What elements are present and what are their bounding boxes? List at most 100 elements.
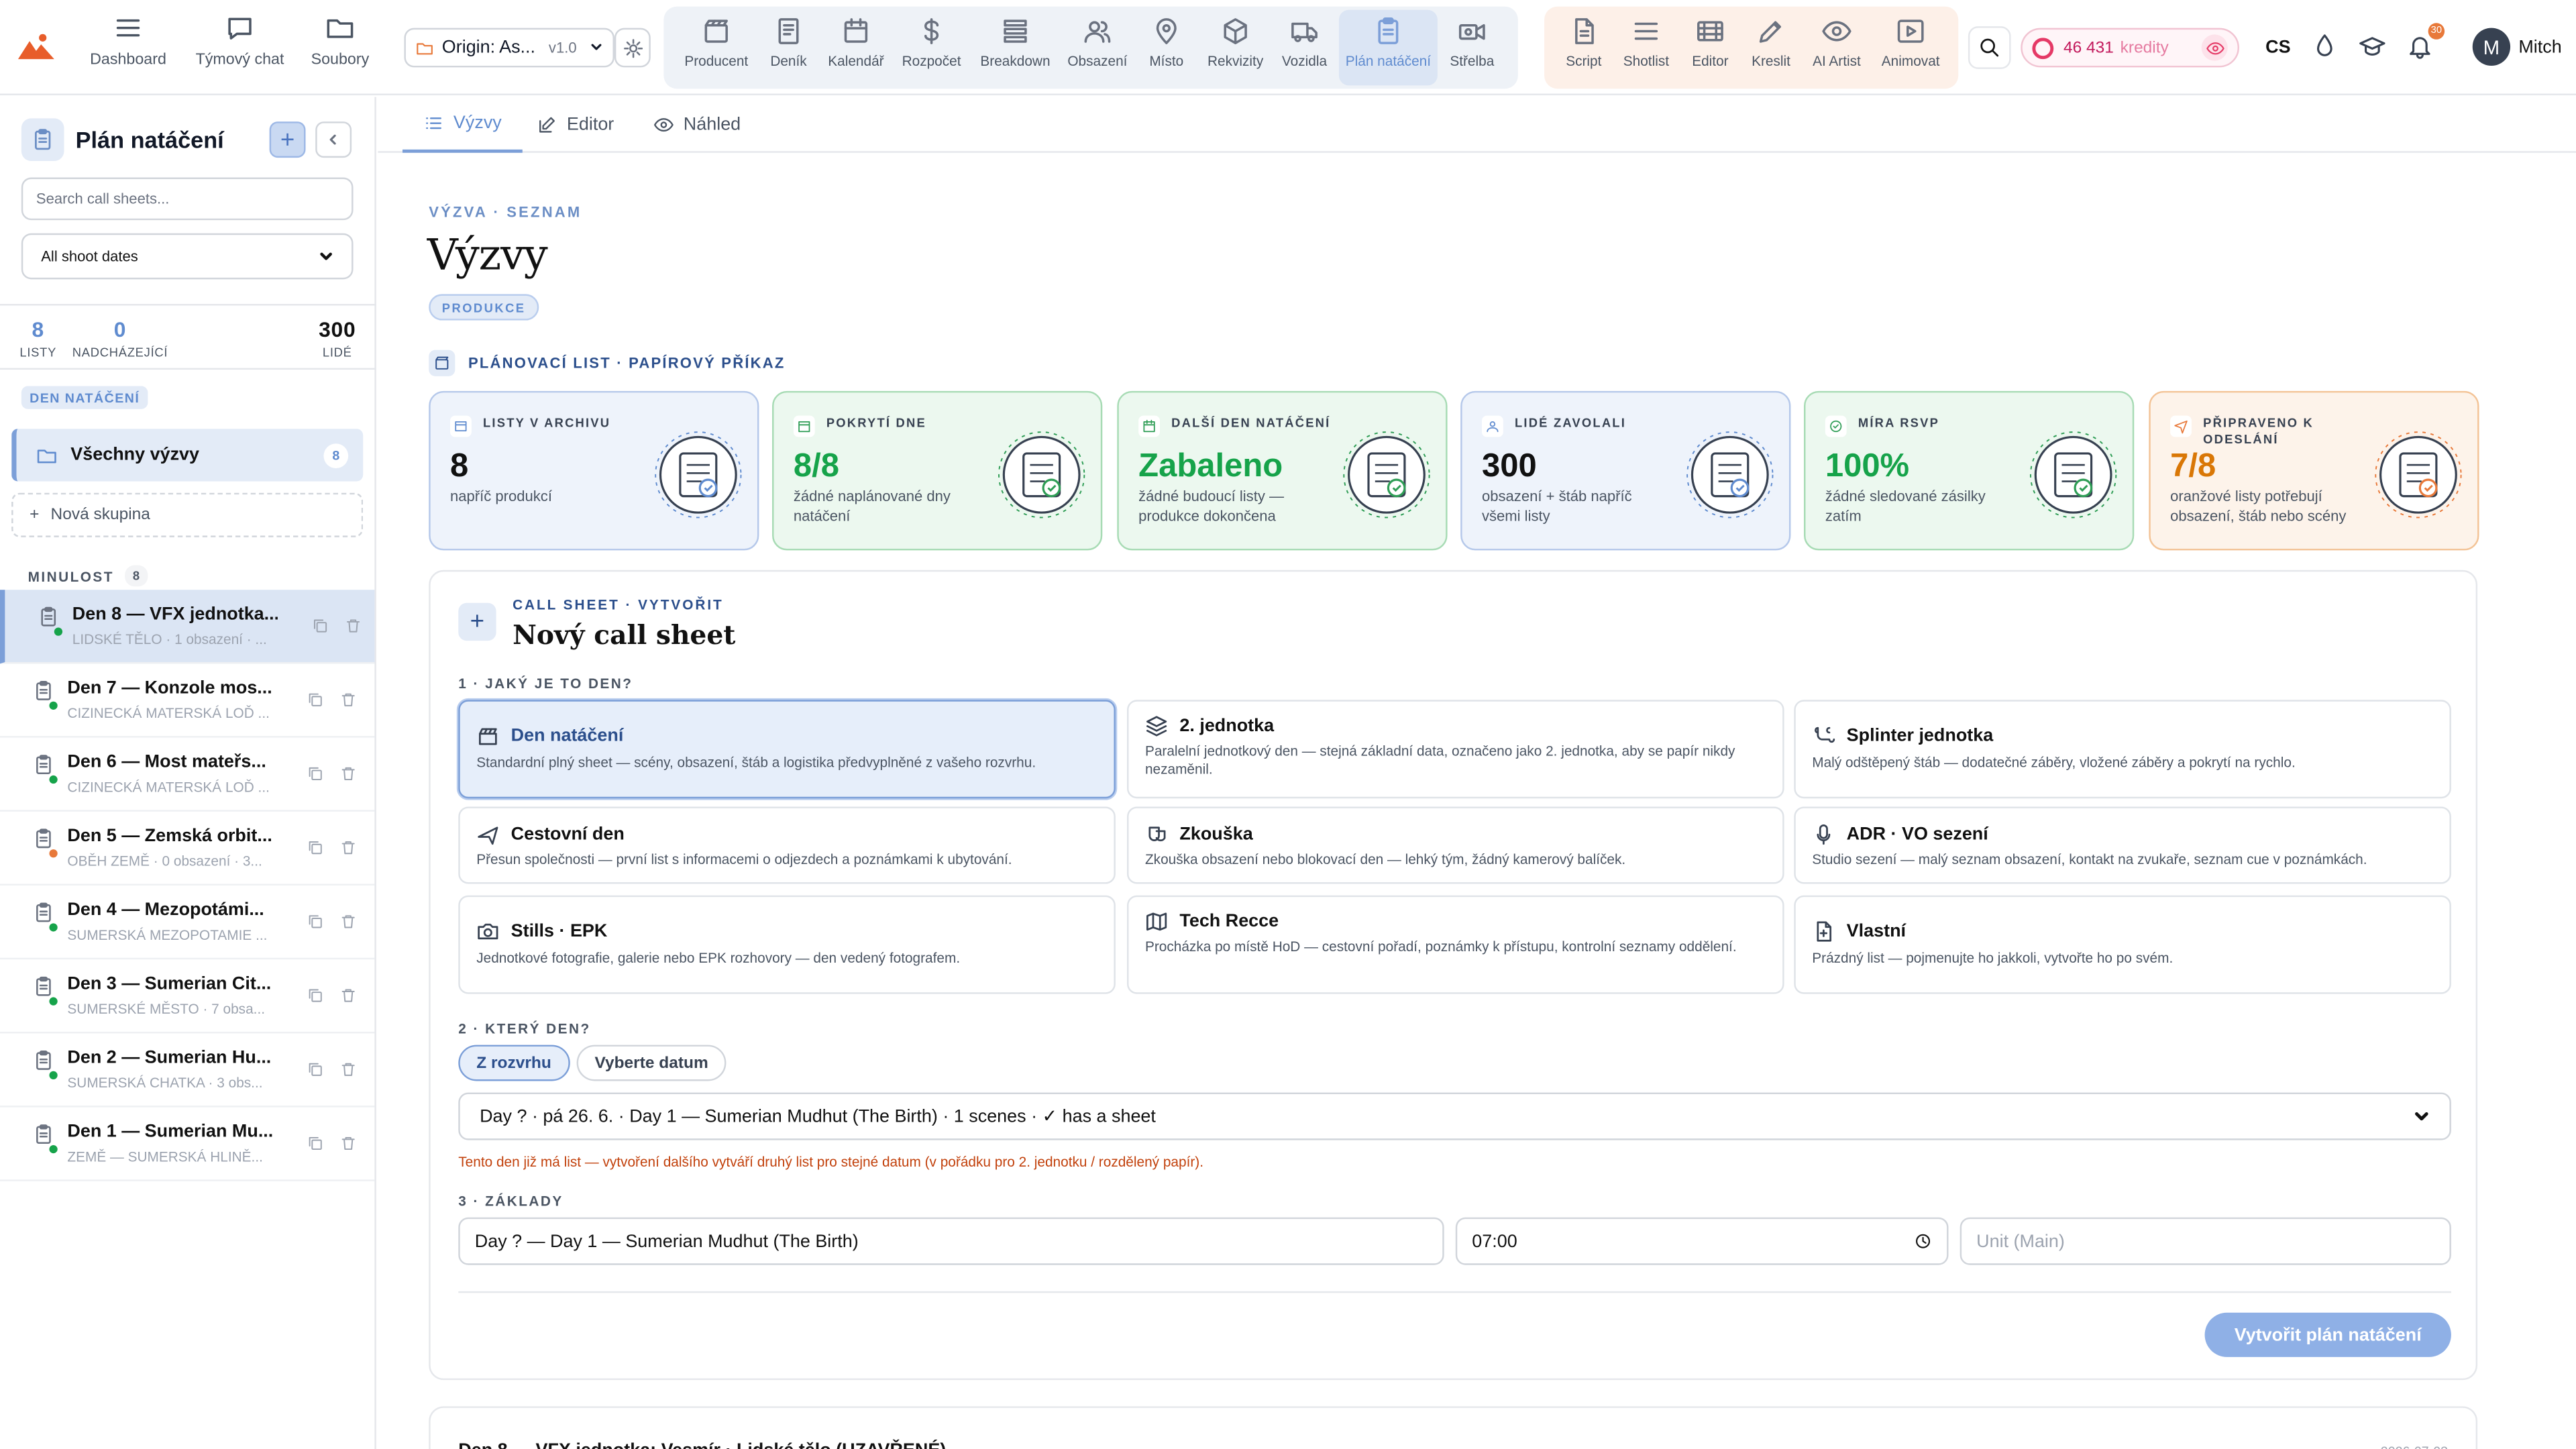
nav-dashboard[interactable]: Dashboard: [79, 13, 178, 69]
trash-icon[interactable]: [345, 618, 361, 634]
create-call-sheet-button[interactable]: Vytvořit plán natáčení: [2204, 1312, 2451, 1357]
nav-team-chat[interactable]: Týmový chat: [191, 13, 289, 69]
stat-card[interactable]: LISTY V ARCHIVU 8 napříč produkcí: [429, 390, 759, 551]
graduation-cap-icon[interactable]: [2359, 33, 2385, 59]
trash-icon[interactable]: [340, 1135, 356, 1151]
user-name[interactable]: Mitch: [2518, 38, 2561, 57]
layers-icon: [1146, 716, 1167, 737]
project-settings-button[interactable]: [614, 28, 651, 68]
new-group-button[interactable]: + Nová skupina: [11, 492, 364, 537]
tab-editor[interactable]: Editor: [537, 97, 614, 152]
sidebar-sheet-item[interactable]: Den 7 — Konzole mos... CIZINECKÁ MATERSKÁ…: [0, 663, 375, 738]
app-logo[interactable]: [16, 30, 56, 62]
day-type-option[interactable]: 2. jednotka Paralelní jednotkový den — st…: [1127, 700, 1784, 799]
copy-icon[interactable]: [307, 692, 323, 708]
copy-icon[interactable]: [307, 765, 323, 782]
sidebar-sheet-item[interactable]: Den 5 — Zemská orbit... OBĚH ZEMĚ · 0 obs…: [0, 812, 375, 886]
eye-icon: [1822, 21, 1851, 42]
copy-icon[interactable]: [312, 618, 328, 634]
credits-badge[interactable]: 46 431 kredity: [2021, 28, 2239, 68]
dollar-icon: [924, 18, 939, 44]
day-select-value: Day ? · pá 26. 6. · Day 1 — Sumerian Mud…: [480, 1107, 1156, 1128]
tool-ai-artist[interactable]: AI Artist: [1803, 16, 1872, 70]
tool-vehicles[interactable]: Vozidla: [1270, 16, 1339, 70]
day-type-option[interactable]: Zkouška Zkouška obsazení nebo blokovací d…: [1127, 806, 1784, 884]
nav-files[interactable]: Soubory: [290, 13, 389, 69]
day-type-option[interactable]: Cestovní den Přesun společnosti — první l…: [458, 806, 1116, 884]
call-time-input[interactable]: 07:00: [1455, 1217, 1949, 1265]
global-search-button[interactable]: [1968, 26, 2011, 69]
status-dot: [49, 849, 58, 858]
stat-card[interactable]: POKRYTÍ DNE 8/8 žádné naplánované dny natá…: [772, 390, 1103, 551]
tool-location[interactable]: Místo: [1132, 16, 1201, 70]
trash-icon[interactable]: [340, 1061, 356, 1077]
language-switcher[interactable]: CS: [2265, 38, 2290, 57]
stat-card[interactable]: LIDÉ ZAVOLALI 300 obsazení + štáb napříč v…: [1460, 390, 1791, 551]
trash-icon[interactable]: [340, 987, 356, 1004]
tool-draw[interactable]: Kreslit: [1737, 16, 1806, 70]
tool-journal[interactable]: Deník: [754, 16, 823, 70]
trash-icon[interactable]: [340, 765, 356, 782]
trash-icon[interactable]: [340, 839, 356, 855]
tool-producer[interactable]: Producent: [682, 16, 751, 70]
sidebar-sheet-item[interactable]: Den 2 — Sumerian Hu... SUMERSKÁ CHATKA · …: [0, 1033, 375, 1108]
trash-icon[interactable]: [340, 914, 356, 930]
day-select[interactable]: Day ? · pá 26. 6. · Day 1 — Sumerian Mud…: [458, 1092, 2451, 1140]
copy-icon[interactable]: [307, 1061, 323, 1077]
sidebar-sheet-item[interactable]: Den 1 — Sumerian Mu... ZEMĚ — SUMERSKÁ HL…: [0, 1108, 375, 1181]
sidebar-stats: 8 LISTY 0 NADCHÁZEJÍCÍ 300 LIDÉ: [0, 304, 376, 370]
day-type-option[interactable]: Splinter jednotka Malý odštěpený štáb — d…: [1794, 700, 2451, 799]
project-selector[interactable]: Origin: As... v1.0: [404, 28, 614, 68]
avatar[interactable]: M: [2472, 28, 2511, 66]
tab-preview[interactable]: Náhled: [653, 97, 741, 152]
tool-script[interactable]: Script: [1549, 16, 1618, 70]
sidebar-header: Plán natáčení: [21, 118, 224, 162]
tool-props[interactable]: Rekvizity: [1201, 16, 1270, 70]
stat-card-label-row: LIDÉ ZAVOLALI: [1481, 415, 1679, 437]
tool-breakdown[interactable]: Breakdown: [980, 16, 1051, 70]
sidebar-sheet-item[interactable]: Den 4 — Mezopotámi... SUMERSKÁ MEZOPOTAMI…: [0, 885, 375, 960]
eye-icon[interactable]: [2201, 34, 2228, 61]
tool-call-sheet[interactable]: Plán natáčení: [1338, 9, 1438, 86]
tool-shoot[interactable]: Střelba: [1438, 16, 1507, 70]
sheet-subtitle: SUMERSKÉ MĚSTO · 7 obsa...: [67, 1000, 266, 1017]
shoot-date-filter[interactable]: All shoot dates: [21, 233, 354, 280]
search-input[interactable]: Search call sheets...: [21, 177, 354, 221]
collapse-sidebar-button[interactable]: [315, 121, 352, 158]
sidebar-item-all-calls[interactable]: Všechny výzvy 8: [11, 429, 364, 482]
add-call-sheet-button[interactable]: +: [269, 121, 306, 158]
copy-icon[interactable]: [307, 839, 323, 855]
tab-calls[interactable]: Výzvy: [402, 97, 523, 153]
pick-date-toggle[interactable]: Vyberte datum: [576, 1044, 727, 1081]
day-type-option[interactable]: Vlastní Prázdný list — pojmenujte ho jakk…: [1794, 895, 2451, 994]
option-description: Přesun společnosti — první list s inform…: [476, 851, 1012, 868]
tool-animate[interactable]: Animovat: [1876, 16, 1945, 70]
tool-budget[interactable]: Rozpočet: [897, 16, 966, 70]
stat-label: NADCHÁZEJÍCÍ: [72, 345, 168, 360]
day-type-option[interactable]: ADR · VO sezení Studio sezení — malý sezn…: [1794, 806, 2451, 884]
day-type-option[interactable]: Stills · EPK Jednotkové fotografie, galer…: [458, 895, 1116, 994]
sidebar-sheet-item[interactable]: Den 6 — Most mateřs... CIZINECKÁ MATERSKÁ…: [0, 738, 375, 812]
stat-card[interactable]: DALŠÍ DEN NATÁČENÍ Zabaleno žádné budoucí …: [1117, 390, 1448, 551]
tool-cast[interactable]: Obsazení: [1063, 16, 1132, 70]
copy-icon[interactable]: [307, 1135, 323, 1151]
day-type-option[interactable]: Tech Recce Procházka po místě HoD — cesto…: [1127, 895, 1784, 994]
sidebar-sheet-item[interactable]: Den 3 — Sumerian Cit... SUMERSKÉ MĚSTO · …: [0, 959, 375, 1034]
stat-card[interactable]: PŘIPRAVENO K ODESLÁNÍ 7/8 oranžové listy p…: [2149, 390, 2479, 551]
droplet-icon[interactable]: [2312, 33, 2338, 59]
copy-icon[interactable]: [307, 914, 323, 930]
stat-card[interactable]: MÍRA RSVP 100% žádné sledované zásilky zat…: [1804, 390, 2135, 551]
status-dot: [49, 1071, 58, 1079]
unit-input[interactable]: Unit (Main): [1960, 1217, 2451, 1265]
sidebar-sheet-item[interactable]: Den 8 — VFX jednotka... LIDSKÉ TĚLO · 1 o…: [0, 590, 375, 664]
copy-icon[interactable]: [307, 987, 323, 1004]
day-type-option[interactable]: Den natáčení Standardní plný sheet — scén…: [458, 700, 1116, 799]
call-sheet-card[interactable]: Den 8 — VFX jednotka: Vesmír · Lidské tě…: [429, 1406, 2478, 1449]
from-schedule-toggle[interactable]: Z rozvrhu: [458, 1044, 570, 1081]
trash-icon[interactable]: [340, 692, 356, 708]
tool-editor[interactable]: Editor: [1676, 16, 1745, 70]
tool-calendar[interactable]: Kalendář: [822, 16, 891, 70]
tool-shotlist[interactable]: Shotlist: [1611, 16, 1680, 70]
sheet-name-input[interactable]: Day ? — Day 1 — Sumerian Mudhut (The Bir…: [458, 1217, 1444, 1265]
bell-icon[interactable]: [2407, 33, 2433, 59]
